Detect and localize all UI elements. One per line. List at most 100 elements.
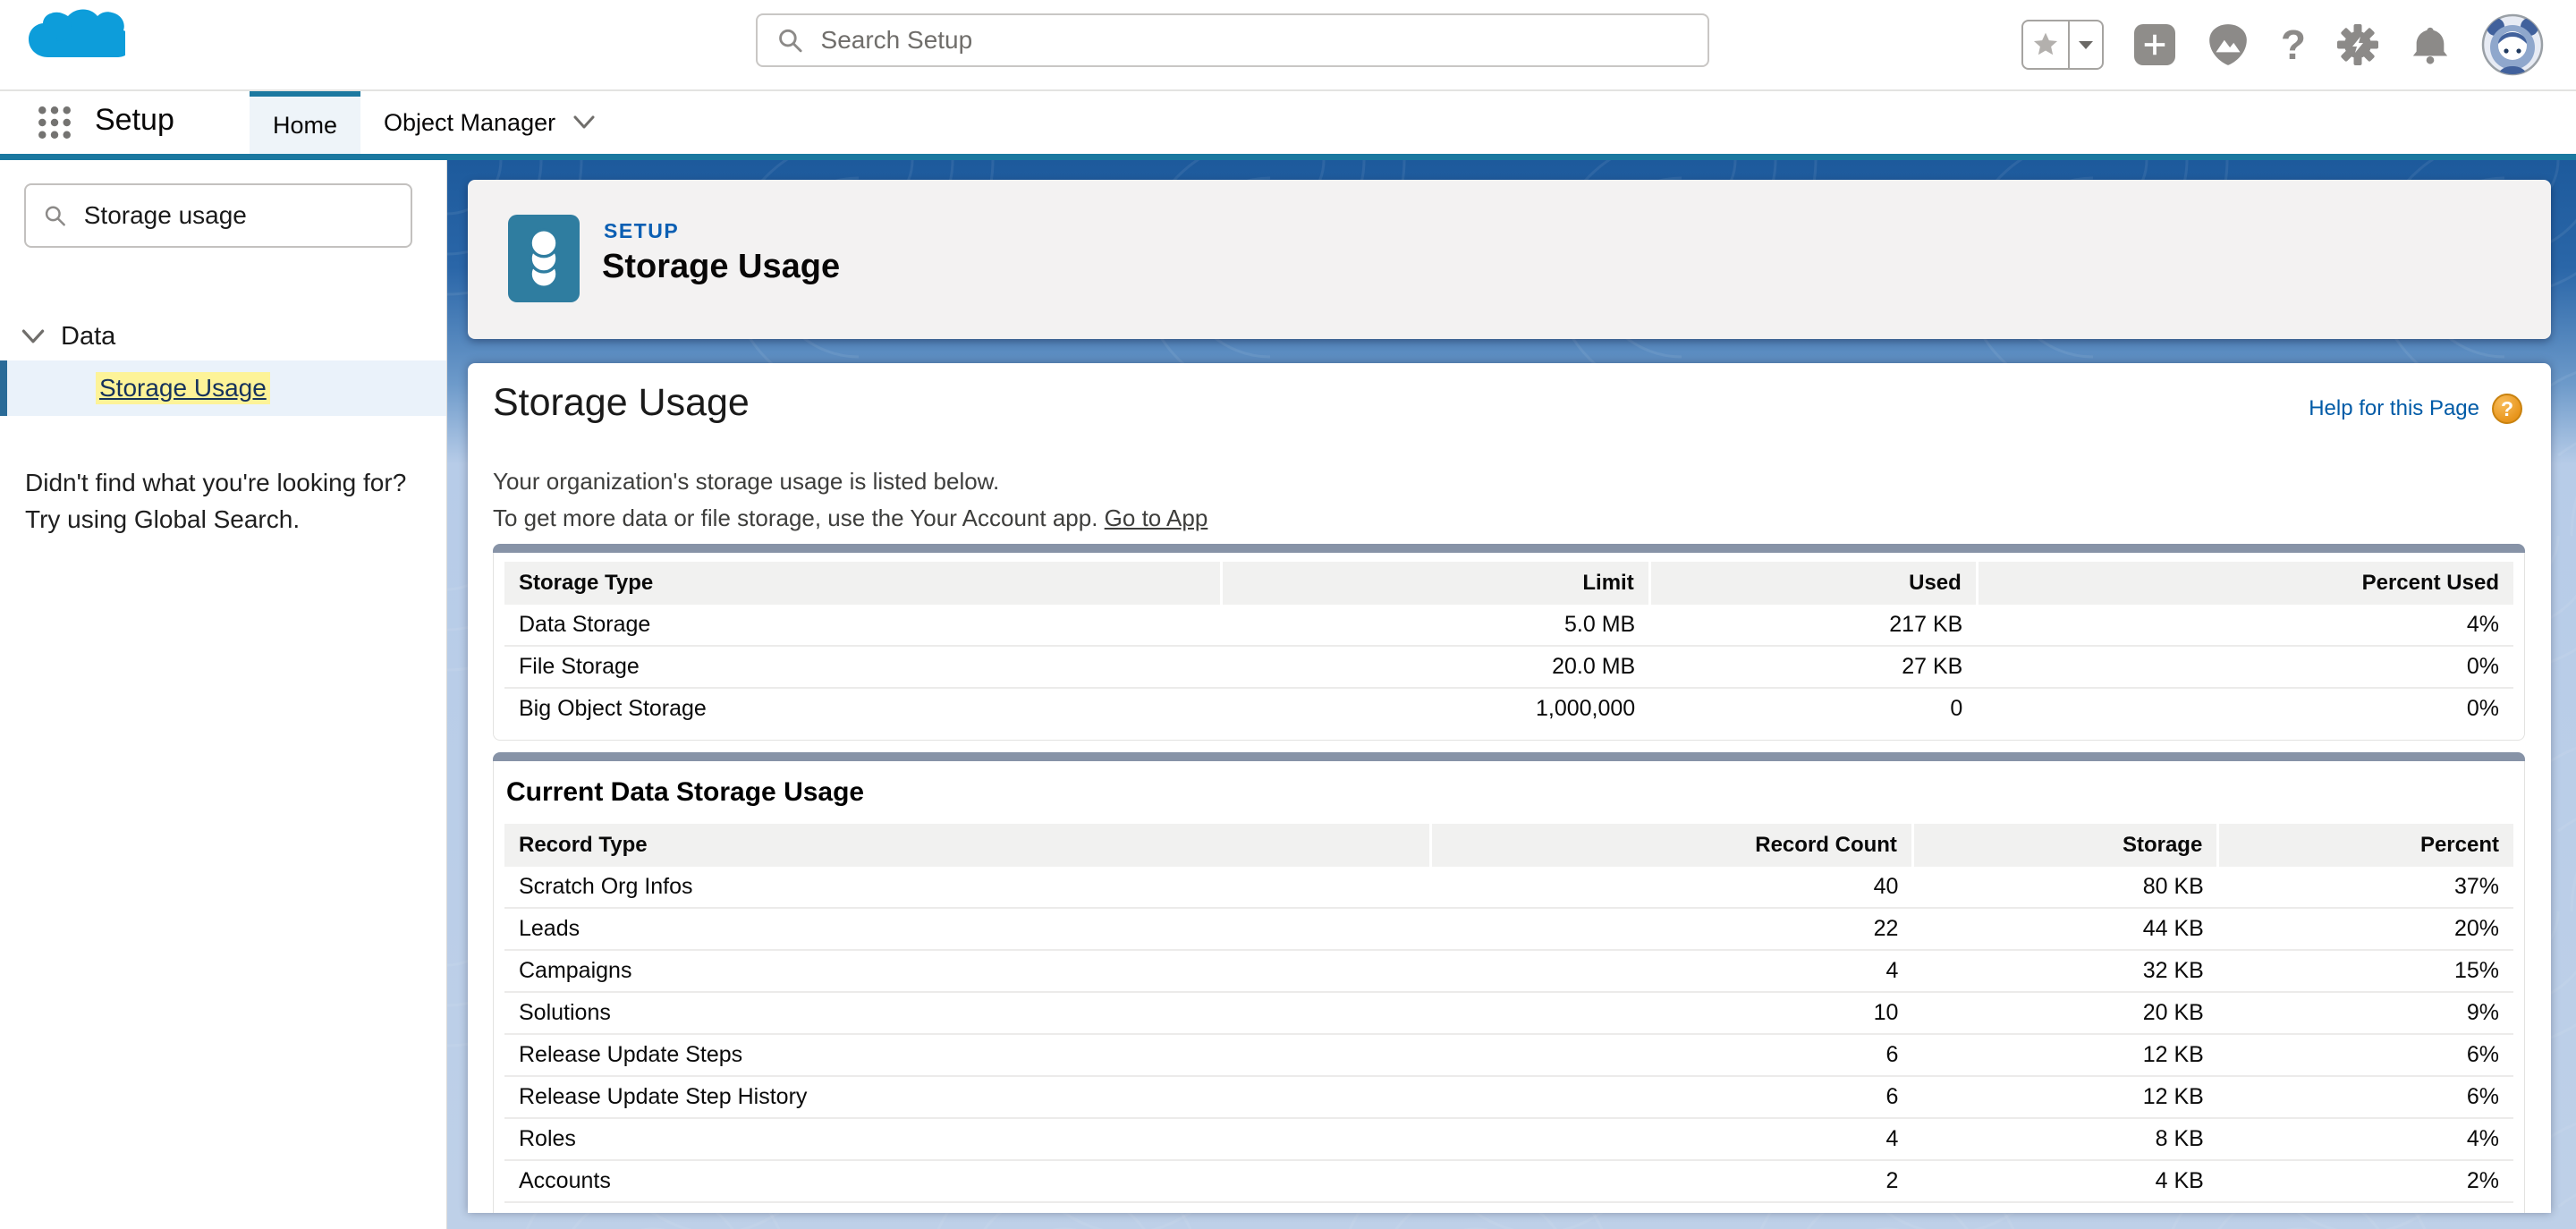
block-body: Current Data Storage Usage Record TypeRe… (493, 761, 2525, 1213)
cell: 37% (2218, 867, 2513, 908)
column-header: Used (1649, 562, 1977, 605)
cell: 20.0 MB (1222, 646, 1649, 688)
cell: 6% (2218, 1034, 2513, 1076)
global-actions-plus-icon[interactable] (2134, 24, 2175, 65)
cell: 2 (1430, 1160, 1912, 1202)
column-header: Storage (1912, 824, 2217, 867)
cell: 0% (1977, 688, 2513, 729)
block-body: Storage TypeLimitUsedPercent UsedData St… (493, 553, 2525, 741)
header-row: Storage TypeLimitUsedPercent Used (504, 562, 2513, 605)
cell: 6 (1430, 1034, 1912, 1076)
salesforce-setup-screen: ? (0, 0, 2576, 1229)
storage-limits-table: Storage TypeLimitUsedPercent UsedData St… (504, 562, 2513, 729)
header-row: Record TypeRecord CountStoragePercent (504, 824, 2513, 867)
sidebar-item-storage-usage[interactable]: Storage Usage (0, 360, 446, 416)
global-header: ? (0, 0, 2576, 89)
table-row: EOS Type24 KB2% (504, 1202, 2513, 1213)
table-row: Big Object Storage1,000,00000% (504, 688, 2513, 729)
table-row: Data Storage5.0 MB217 KB4% (504, 605, 2513, 646)
cell: 1,000,000 (1222, 688, 1649, 729)
go-to-app-link[interactable]: Go to App (1105, 504, 1208, 531)
tab-object-manager-label: Object Manager (384, 109, 555, 137)
tab-home[interactable]: Home (250, 91, 360, 154)
header-actions: ? (2021, 0, 2544, 89)
tab-object-manager[interactable]: Object Manager (360, 91, 618, 154)
sidebar-help-text: Didn't find what you're looking for? Try… (25, 464, 419, 538)
cell: 44 KB (1912, 908, 2217, 950)
cell: Release Update Step History (504, 1076, 1430, 1118)
table-row: Campaigns432 KB15% (504, 950, 2513, 992)
cell: 20% (2218, 908, 2513, 950)
storage-usage-panel: Storage Usage Help for this Page ? Your … (468, 363, 2551, 1213)
column-header: Percent (2218, 824, 2513, 867)
cell: Big Object Storage (504, 688, 1222, 729)
cell: 0 (1649, 688, 1977, 729)
cell: 217 KB (1649, 605, 1977, 646)
help-text-line1: Didn't find what you're looking for? (25, 464, 419, 501)
cell: 20 KB (1912, 992, 2217, 1034)
table-row: Roles48 KB4% (504, 1118, 2513, 1160)
help-icon[interactable]: ? (2281, 24, 2306, 65)
table-row: File Storage20.0 MB27 KB0% (504, 646, 2513, 688)
database-icon (523, 227, 564, 290)
cell: 4 KB (1912, 1202, 2217, 1213)
intro-line2: To get more data or file storage, use th… (493, 500, 1208, 537)
favorites-dropdown-icon[interactable] (2068, 21, 2102, 68)
cell: 2 (1430, 1202, 1912, 1213)
cell: Leads (504, 908, 1430, 950)
help-for-this-page: Help for this Page ? (2309, 394, 2522, 424)
table-row: Accounts24 KB2% (504, 1160, 2513, 1202)
quick-find-box (24, 183, 412, 248)
setup-sidebar: Data Storage Usage Didn't find what you'… (0, 160, 447, 1229)
cell: 9% (2218, 992, 2513, 1034)
cell: 15% (2218, 950, 2513, 992)
setup-nav-bar: Setup Home Object Manager (0, 91, 2576, 154)
user-avatar[interactable] (2481, 13, 2544, 76)
block-header-bar (493, 544, 2525, 553)
table-row: Release Update Steps612 KB6% (504, 1034, 2513, 1076)
column-header: Record Type (504, 824, 1430, 867)
setup-gear-icon[interactable] (2336, 23, 2379, 66)
cell: Data Storage (504, 605, 1222, 646)
table-row: Release Update Step History612 KB6% (504, 1076, 2513, 1118)
app-launcher-icon[interactable] (38, 106, 72, 140)
cell: Scratch Org Infos (504, 867, 1430, 908)
guidance-center-icon[interactable] (2206, 22, 2250, 67)
global-search-input[interactable] (819, 25, 1699, 55)
chevron-down-icon (573, 115, 595, 130)
favorites-star-icon[interactable] (2023, 21, 2068, 68)
table-row: Scratch Org Infos4080 KB37% (504, 867, 2513, 908)
search-icon (777, 27, 803, 54)
cell: 27 KB (1649, 646, 1977, 688)
cell: 6% (2218, 1076, 2513, 1118)
current-data-storage-block: Current Data Storage Usage Record TypeRe… (493, 752, 2525, 1213)
banner-eyebrow: SETUP (604, 219, 679, 243)
help-question-icon[interactable]: ? (2492, 394, 2522, 424)
data-usage-table: Record TypeRecord CountStoragePercentScr… (504, 824, 2513, 1213)
column-header: Record Count (1430, 824, 1912, 867)
help-page-link[interactable]: Help for this Page (2309, 396, 2479, 421)
storage-limits-block: Storage TypeLimitUsedPercent UsedData St… (493, 544, 2525, 741)
cell: 4 KB (1912, 1160, 2217, 1202)
table-row: Solutions1020 KB9% (504, 992, 2513, 1034)
table-row: Leads2244 KB20% (504, 908, 2513, 950)
banner-title: Storage Usage (602, 248, 840, 286)
search-icon (44, 203, 66, 228)
chevron-down-icon[interactable] (21, 329, 45, 344)
tree-section-data[interactable]: Data (0, 314, 446, 359)
storage-usage-tile (508, 215, 580, 302)
intro-line1: Your organization's storage usage is lis… (493, 463, 1208, 500)
storage-usage-link[interactable]: Storage Usage (96, 372, 270, 404)
global-search-box (756, 13, 1709, 67)
intro-text: Your organization's storage usage is lis… (493, 463, 1208, 537)
cell: Roles (504, 1118, 1430, 1160)
column-header: Storage Type (504, 562, 1222, 605)
cell: 8 KB (1912, 1118, 2217, 1160)
cell: File Storage (504, 646, 1222, 688)
favorites-button[interactable] (2021, 20, 2104, 70)
notifications-bell-icon[interactable] (2410, 24, 2451, 65)
cell: 5.0 MB (1222, 605, 1649, 646)
quick-find-input[interactable] (82, 200, 402, 231)
main-content-area: SETUP Storage Usage Storage Usage Help f… (447, 160, 2576, 1229)
cell: EOS Type (504, 1202, 1430, 1213)
